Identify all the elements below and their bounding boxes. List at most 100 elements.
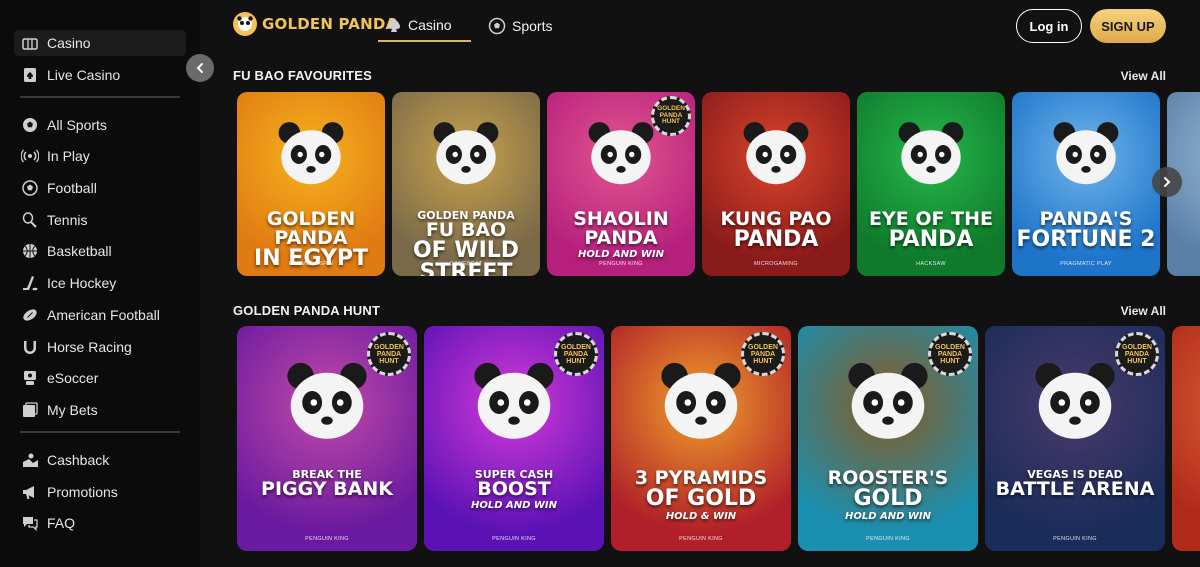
game-card[interactable]: GOLDEN PANDA HUNT BREAK THE PIGGY BANK PENG…	[237, 326, 417, 551]
game-provider: PENGUIN KING	[679, 536, 723, 542]
sidebar-item-label: eSoccer	[47, 370, 99, 387]
sidebar-item-label: Tennis	[47, 211, 88, 228]
view-all-link-favourites[interactable]: View All	[1121, 69, 1166, 83]
golden-panda-hunt-badge: GOLDEN PANDA HUNT	[651, 96, 691, 136]
game-title-sub: HOLD AND WIN	[577, 249, 665, 260]
sidebar-item-ice-hockey[interactable]: Ice Hockey	[14, 270, 186, 296]
game-card[interactable]: EYE OF THE PANDA HACKSAW	[857, 92, 1005, 276]
sidebar-item-label: Horse Racing	[47, 338, 132, 355]
sidebar-item-casino[interactable]: Casino	[14, 30, 186, 56]
sidebar-item-label: American Football	[47, 306, 160, 323]
sidebar-item-label: Live Casino	[47, 66, 121, 83]
sidebar-item-label: All Sports	[47, 116, 107, 133]
sidebar-item-basketball[interactable]: Basketball	[14, 238, 186, 264]
sidebar-item-live-casino[interactable]: Live Casino	[14, 62, 186, 88]
game-title: KUNG PAO PANDA	[706, 210, 846, 251]
login-button[interactable]: Log in	[1016, 9, 1082, 43]
game-card[interactable]: SU	[1172, 326, 1200, 551]
game-card[interactable]: GOLDEN PANDA HUNT VEGAS IS DEAD BATTLE ARE…	[985, 326, 1165, 551]
game-provider: HACKSAW	[916, 261, 946, 267]
golden-panda-hunt-badge: GOLDEN PANDA HUNT	[554, 332, 598, 376]
tennis-icon	[20, 210, 40, 230]
chevron-left-icon	[196, 63, 203, 73]
sidebar-item-label: Ice Hockey	[47, 275, 117, 292]
cashback-icon	[20, 450, 40, 470]
game-title: CADR	[1171, 210, 1200, 251]
game-art-image	[736, 114, 817, 200]
sidebar-item-esoccer[interactable]: eSoccer	[14, 365, 186, 391]
game-title-line1: SU	[1176, 469, 1200, 488]
game-title: PANDA'S FORTUNE 2	[1016, 210, 1156, 251]
game-title-line1: SHAOLIN PANDA	[573, 208, 669, 249]
game-art-image	[652, 353, 751, 457]
game-art-image	[278, 353, 377, 457]
sidebar-item-all-sports[interactable]: All Sports	[14, 112, 186, 138]
game-card[interactable]: GOLDEN PANDA HUNT ROOSTER'S GOLD HOLD AND W…	[798, 326, 978, 551]
sidebar-item-label: Basketball	[47, 243, 112, 260]
sidebar-item-label: Cashback	[47, 451, 110, 468]
sidebar-item-cashback[interactable]: Cashback	[14, 447, 186, 473]
game-provider: PENGUIN KING	[599, 261, 643, 267]
game-title: VEGAS IS DEAD BATTLE ARENA	[989, 469, 1161, 499]
carousel-next-button[interactable]	[1152, 167, 1182, 197]
game-title-line2: PANDA	[733, 227, 819, 252]
sidebar-item-my-bets[interactable]: My Bets	[14, 397, 186, 423]
in-play-icon	[20, 146, 40, 166]
sidebar-item-faq[interactable]: FAQ	[14, 510, 186, 536]
esoccer-icon	[20, 368, 40, 388]
game-art-image	[1026, 353, 1125, 457]
game-card[interactable]: GOLDEN PANDA FU BAO OF WILD STREET GAMEBEAT	[392, 92, 540, 276]
game-title-line1: GOLDEN PANDA	[266, 208, 356, 249]
game-title-line2: DR	[1171, 229, 1200, 251]
sidebar-item-label: Casino	[47, 35, 91, 51]
game-title-line1: PIGGY BANK	[261, 478, 393, 500]
game-card[interactable]: GOLDEN PANDA IN EGYPT FORMULA SPIN	[237, 92, 385, 276]
promotions-icon	[20, 482, 40, 502]
sidebar-item-horse-racing[interactable]: Horse Racing	[14, 334, 186, 360]
game-title: 3 PYRAMIDS OF GOLD HOLD & WIN	[615, 469, 787, 522]
tab-sports-label: Sports	[512, 18, 553, 34]
tab-sports[interactable]: Sports	[480, 10, 560, 42]
basketball-icon	[20, 241, 40, 261]
game-art-image	[839, 353, 938, 457]
game-art-image	[1046, 114, 1127, 200]
sidebar-item-promotions[interactable]: Promotions	[14, 479, 186, 505]
sidebar-item-tennis[interactable]: Tennis	[14, 207, 186, 233]
signup-button[interactable]: SIGN UP	[1090, 9, 1166, 43]
game-title: EYE OF THE PANDA	[861, 210, 1001, 251]
game-card[interactable]: GOLDEN PANDA HUNT SHAOLIN PANDA HOLD AND W…	[547, 92, 695, 276]
sidebar-item-football[interactable]: Football	[14, 175, 186, 201]
game-title: SUPER CASH BOOST HOLD AND WIN	[428, 469, 600, 511]
tab-casino[interactable]: Casino	[378, 10, 471, 42]
sidebar-item-label: Promotions	[47, 483, 118, 500]
game-provider: PRAGMATIC PLAY	[1060, 261, 1112, 267]
tab-casino-label: Casino	[408, 17, 452, 33]
sidebar-divider	[20, 95, 180, 98]
view-all-link-hunt[interactable]: View All	[1121, 304, 1166, 318]
faq-icon	[20, 513, 40, 533]
section-title-hunt: GOLDEN PANDA HUNT	[233, 303, 381, 318]
game-title: BREAK THE PIGGY BANK	[241, 469, 413, 499]
chevron-right-icon	[1164, 177, 1171, 187]
collapse-sidebar-button[interactable]	[186, 54, 214, 82]
game-art-image	[465, 353, 564, 457]
logo[interactable]: GOLDEN PANDA	[233, 12, 397, 36]
game-art-image	[891, 114, 972, 200]
my-bets-icon	[20, 400, 40, 420]
game-card[interactable]: GOLDEN PANDA HUNT 3 PYRAMIDS OF GOLD HOLD &…	[611, 326, 791, 551]
live-casino-icon	[20, 65, 40, 85]
game-title: ROOSTER'S GOLD HOLD AND WIN	[802, 469, 974, 522]
game-title-line2: FORTUNE 2	[1016, 227, 1156, 252]
game-art-image	[271, 114, 352, 200]
game-provider: PENGUIN KING	[1053, 536, 1097, 542]
game-provider: MICROGAMING	[754, 261, 798, 267]
sidebar-item-in-play[interactable]: In Play	[14, 143, 186, 169]
game-card[interactable]: PANDA'S FORTUNE 2 PRAGMATIC PLAY	[1012, 92, 1160, 276]
game-title: SHAOLIN PANDA HOLD AND WIN	[551, 210, 691, 260]
sidebar-item-american-football[interactable]: American Football	[14, 302, 186, 328]
game-title-line2: OF GOLD	[645, 486, 757, 511]
game-title-sub: HOLD AND WIN	[844, 511, 932, 522]
golden-panda-hunt-badge: GOLDEN PANDA HUNT	[741, 332, 785, 376]
game-card[interactable]: GOLDEN PANDA HUNT SUPER CASH BOOST HOLD AND…	[424, 326, 604, 551]
game-card[interactable]: KUNG PAO PANDA MICROGAMING	[702, 92, 850, 276]
